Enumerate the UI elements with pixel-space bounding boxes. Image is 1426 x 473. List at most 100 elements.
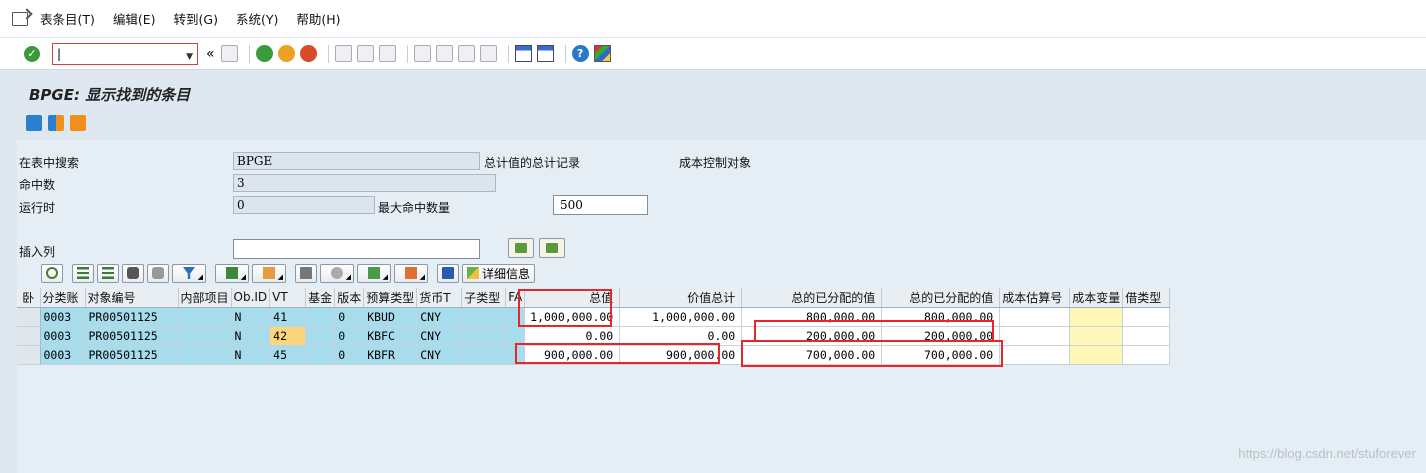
views-button[interactable]: ◢	[320, 263, 354, 283]
new-session-icon[interactable]	[514, 45, 532, 62]
cell-fa[interactable]	[505, 307, 526, 327]
cell-currency[interactable]: CNY	[416, 307, 463, 327]
cell-cost-variant[interactable]	[1069, 307, 1124, 327]
cell-vt[interactable]: 45	[269, 345, 307, 365]
enter-check-icon[interactable]: ✓	[24, 45, 40, 62]
column-header[interactable]: 总的已分配的值	[741, 288, 883, 308]
cell-version[interactable]: 0	[334, 307, 365, 327]
row-selector[interactable]	[17, 345, 41, 365]
find-next-icon[interactable]	[378, 45, 396, 62]
command-field[interactable]: | ▼	[52, 42, 198, 67]
cell-allocated-value-2[interactable]: 800,000.00	[881, 307, 1001, 327]
column-header[interactable]: 成本估算号	[999, 288, 1071, 308]
cell-total-value[interactable]: 0.00	[524, 326, 621, 346]
check-table-icon[interactable]	[70, 115, 86, 131]
insert-column-button[interactable]	[508, 238, 534, 258]
cell-allocated-value-2[interactable]: 700,000.00	[881, 345, 1001, 365]
column-header[interactable]: 预算类型	[363, 288, 418, 308]
row-selector[interactable]	[17, 326, 41, 346]
cell-budget-type[interactable]: KBUD	[363, 307, 418, 327]
previous-page-icon[interactable]	[435, 45, 453, 62]
row-selector[interactable]	[17, 307, 41, 327]
cell-cost-estimate[interactable]	[999, 307, 1071, 327]
settings-icon[interactable]	[48, 115, 64, 131]
find-button[interactable]	[122, 263, 144, 283]
menu-goto[interactable]: 转到(G)	[174, 9, 218, 28]
info-button[interactable]	[437, 263, 459, 283]
help-icon[interactable]: ?	[571, 45, 589, 62]
cell-total-value[interactable]: 1,000,000.00	[524, 307, 621, 327]
cell-value-total[interactable]: 0.00	[619, 326, 743, 346]
cell-internal-item[interactable]	[178, 307, 232, 327]
cell-cost-estimate[interactable]	[999, 326, 1071, 346]
menu-table-entry[interactable]: 表条目(T)	[40, 9, 95, 28]
column-header[interactable]: 货币T	[416, 288, 463, 308]
layout-settings-icon[interactable]	[593, 45, 611, 62]
cell-ledger[interactable]: 0003	[40, 326, 86, 346]
cell-debit-type[interactable]	[1122, 326, 1171, 346]
column-header[interactable]: 版本	[334, 288, 365, 308]
column-header[interactable]: 价值总计	[619, 288, 743, 308]
cell-ledger[interactable]: 0003	[40, 307, 86, 327]
cell-object-number[interactable]: PR00501125	[85, 326, 179, 346]
column-header[interactable]: 成本变量	[1069, 288, 1124, 308]
table-row[interactable]: 0003 PR00501125 N 45 0 KBFR CNY 900,000.…	[17, 345, 1171, 365]
cell-debit-type[interactable]	[1122, 345, 1171, 365]
cell-cost-variant[interactable]	[1069, 326, 1124, 346]
exit-orange-icon[interactable]	[277, 45, 295, 62]
cell-vt[interactable]: 41	[269, 307, 307, 327]
cell-internal-item[interactable]	[178, 345, 232, 365]
column-header[interactable]: 总的已分配的值	[881, 288, 1001, 308]
column-header[interactable]: Ob.ID	[231, 288, 271, 308]
cell-fund[interactable]	[305, 345, 336, 365]
cell-ledger[interactable]: 0003	[40, 345, 86, 365]
save-icon[interactable]	[220, 45, 238, 62]
cell-value-total[interactable]: 900,000.00	[619, 345, 743, 365]
select-all-icon[interactable]: 卧	[17, 288, 41, 308]
cell-fund[interactable]	[305, 307, 336, 327]
cell-allocated-value[interactable]: 800,000.00	[741, 307, 883, 327]
cell-object-id[interactable]: N	[231, 326, 271, 346]
cell-object-number[interactable]: PR00501125	[85, 307, 179, 327]
table-row[interactable]: 0003 PR00501125 N 42 0 KBFC CNY 0.00 0.0…	[17, 326, 1171, 346]
shortcut-icon[interactable]	[536, 45, 554, 62]
column-header[interactable]: 借类型	[1122, 288, 1171, 308]
cell-debit-type[interactable]	[1122, 307, 1171, 327]
cell-subtype[interactable]	[461, 345, 507, 365]
find-next-button[interactable]	[147, 263, 169, 283]
cell-fa[interactable]	[505, 326, 526, 346]
cell-currency[interactable]: CNY	[416, 326, 463, 346]
cell-vt[interactable]: 42	[269, 326, 307, 346]
exit-icon[interactable]	[12, 11, 28, 26]
column-header[interactable]: VT	[269, 288, 307, 308]
cell-fa[interactable]	[505, 345, 526, 365]
export-button[interactable]: ◢	[357, 263, 391, 283]
last-page-icon[interactable]	[479, 45, 497, 62]
column-header[interactable]: 对象编号	[85, 288, 179, 308]
column-header[interactable]: 子类型	[461, 288, 507, 308]
cell-fund[interactable]	[305, 326, 336, 346]
cell-budget-type[interactable]: KBFC	[363, 326, 418, 346]
column-header[interactable]: 内部项目	[178, 288, 232, 308]
cell-object-id[interactable]: N	[231, 307, 271, 327]
cell-subtype[interactable]	[461, 307, 507, 327]
cell-total-value[interactable]: 900,000.00	[524, 345, 621, 365]
insert-column-input[interactable]	[233, 239, 480, 259]
layout-button[interactable]: ◢	[394, 263, 428, 283]
subtotal-button[interactable]: ◢	[252, 263, 286, 283]
cell-version[interactable]: 0	[334, 345, 365, 365]
cell-version[interactable]: 0	[334, 326, 365, 346]
column-header[interactable]: FA	[505, 288, 526, 308]
cell-allocated-value[interactable]: 700,000.00	[741, 345, 883, 365]
table-row[interactable]: 0003 PR00501125 N 41 0 KBUD CNY 1,000,00…	[17, 307, 1171, 327]
menu-edit[interactable]: 编辑(E)	[113, 9, 156, 28]
cell-object-number[interactable]: PR00501125	[85, 345, 179, 365]
max-hits-input[interactable]: 500	[553, 195, 648, 215]
dropdown-arrow-icon[interactable]: ▼	[186, 47, 193, 67]
cell-budget-type[interactable]: KBFR	[363, 345, 418, 365]
column-header[interactable]: 基金	[305, 288, 336, 308]
refresh-icon[interactable]	[26, 115, 42, 131]
cell-currency[interactable]: CNY	[416, 345, 463, 365]
details-zoom-button[interactable]	[41, 263, 63, 283]
menu-system[interactable]: 系统(Y)	[236, 9, 278, 28]
